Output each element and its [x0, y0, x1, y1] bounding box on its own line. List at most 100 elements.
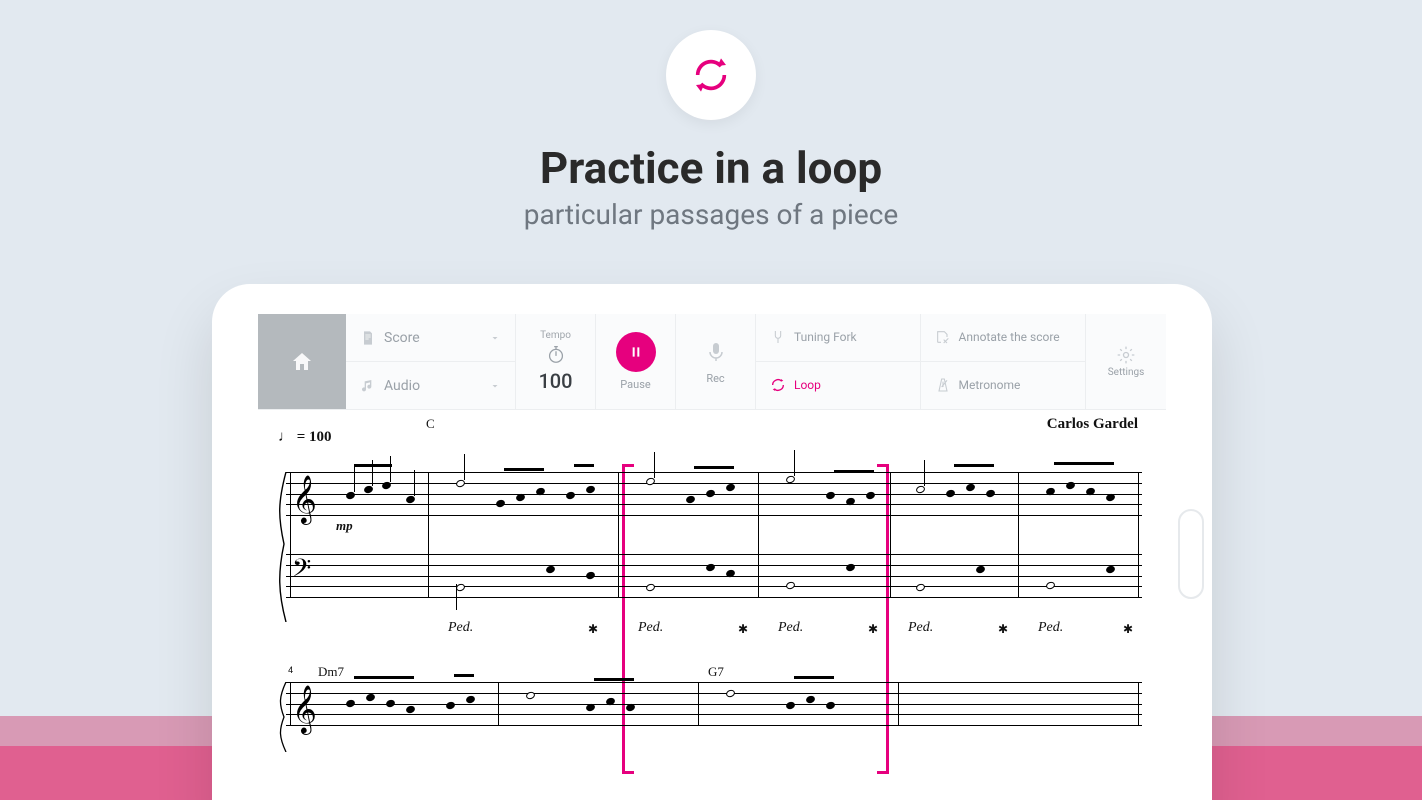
note — [915, 485, 926, 494]
tuning-fork-icon — [770, 329, 786, 345]
note — [405, 495, 416, 504]
chord-symbol: C — [426, 416, 435, 432]
note — [363, 485, 374, 494]
note — [725, 689, 736, 698]
tuning-fork-button[interactable]: Tuning Fork — [756, 314, 921, 362]
tools-grid: Tuning Fork Annotate the score Loop Metr… — [756, 314, 1086, 409]
beam — [574, 464, 594, 467]
stem — [414, 470, 415, 496]
score-dropdown[interactable]: Score — [346, 314, 515, 361]
app-screen: Score Audio Tempo 100 Pause — [258, 314, 1166, 800]
hero-subtitle: particular passages of a piece — [0, 198, 1422, 231]
note — [1105, 565, 1116, 574]
note — [345, 699, 356, 708]
stem — [924, 460, 925, 486]
settings-button[interactable]: Settings — [1086, 314, 1166, 409]
note — [565, 491, 576, 500]
note — [845, 563, 856, 572]
annotate-button[interactable]: Annotate the score — [921, 314, 1086, 362]
note — [405, 705, 416, 714]
note — [725, 483, 736, 492]
grand-staff: 𝄞 mp — [278, 472, 1146, 622]
score-area[interactable]: ♩ = 100 Carlos Gardel C — [258, 410, 1166, 800]
pedal-mark: Ped. — [448, 620, 473, 636]
pedal-mark: Ped. — [778, 620, 803, 636]
audio-dropdown-label: Audio — [384, 378, 420, 394]
pause-circle — [616, 332, 656, 372]
stem — [456, 584, 457, 610]
stem — [654, 452, 655, 478]
note — [445, 701, 456, 710]
metronome-button[interactable]: Metronome — [921, 362, 1086, 410]
note — [545, 565, 556, 574]
bass-staff: 𝄢 — [286, 554, 1142, 598]
beam — [504, 468, 544, 471]
note — [705, 489, 716, 498]
settings-label: Settings — [1108, 367, 1145, 378]
note — [785, 701, 796, 710]
record-button[interactable]: Rec — [676, 314, 756, 409]
measure-number: 4 — [288, 666, 293, 676]
note — [525, 691, 536, 700]
tempo-control[interactable]: Tempo 100 — [516, 314, 596, 409]
tempo-value: 100 — [538, 369, 572, 393]
annotate-label: Annotate the score — [959, 331, 1060, 344]
pedal-mark: Ped. — [908, 620, 933, 636]
beam — [454, 674, 474, 677]
selector-column: Score Audio — [346, 314, 516, 409]
note — [965, 483, 976, 492]
note — [385, 699, 396, 708]
note — [625, 703, 636, 712]
note — [1105, 493, 1116, 502]
audio-dropdown[interactable]: Audio — [346, 361, 515, 409]
treble-staff: 𝄞 — [286, 682, 1142, 726]
beam — [354, 676, 414, 679]
pedal-release-icon: ✱ — [588, 622, 598, 636]
note — [805, 695, 816, 704]
note — [865, 491, 876, 500]
pause-button[interactable]: Pause — [596, 314, 676, 409]
pedal-release-icon: ✱ — [868, 622, 878, 636]
tablet-home-button — [1178, 509, 1204, 599]
hero-loop-badge — [666, 30, 756, 120]
note — [535, 487, 546, 496]
note — [945, 489, 956, 498]
note — [465, 695, 476, 704]
loop-label: Loop — [794, 379, 821, 392]
pause-icon — [628, 344, 644, 360]
microphone-icon — [704, 338, 728, 366]
beam — [594, 678, 634, 681]
beam — [834, 470, 874, 473]
note — [705, 563, 716, 572]
note — [345, 491, 356, 500]
document-icon — [360, 330, 376, 346]
stem — [390, 456, 391, 482]
toolbar: Score Audio Tempo 100 Pause — [258, 314, 1166, 410]
loop-button[interactable]: Loop — [756, 362, 921, 410]
note — [645, 583, 656, 592]
loop-icon — [770, 377, 786, 393]
hero-title: Practice in a loop — [0, 142, 1422, 194]
grand-staff-system-1: 𝄞 mp — [278, 472, 1146, 622]
note — [1065, 481, 1076, 490]
record-label: Rec — [706, 372, 724, 385]
chevron-down-icon — [489, 332, 501, 344]
beam — [794, 676, 834, 679]
metronome-icon — [935, 377, 951, 393]
stem — [354, 466, 355, 492]
score-dropdown-label: Score — [384, 330, 420, 346]
pedal-release-icon: ✱ — [738, 622, 748, 636]
metronome-label: Metronome — [959, 379, 1021, 392]
beam — [694, 466, 734, 469]
note — [1045, 581, 1056, 590]
note — [725, 569, 736, 578]
beam — [954, 464, 994, 467]
tablet-frame: Score Audio Tempo 100 Pause — [212, 284, 1212, 800]
home-button[interactable] — [258, 314, 346, 409]
note — [585, 571, 596, 580]
note — [365, 693, 376, 702]
note — [975, 565, 986, 574]
grand-staff: 𝄞 — [278, 682, 1146, 752]
note — [645, 477, 656, 486]
note — [685, 495, 696, 504]
